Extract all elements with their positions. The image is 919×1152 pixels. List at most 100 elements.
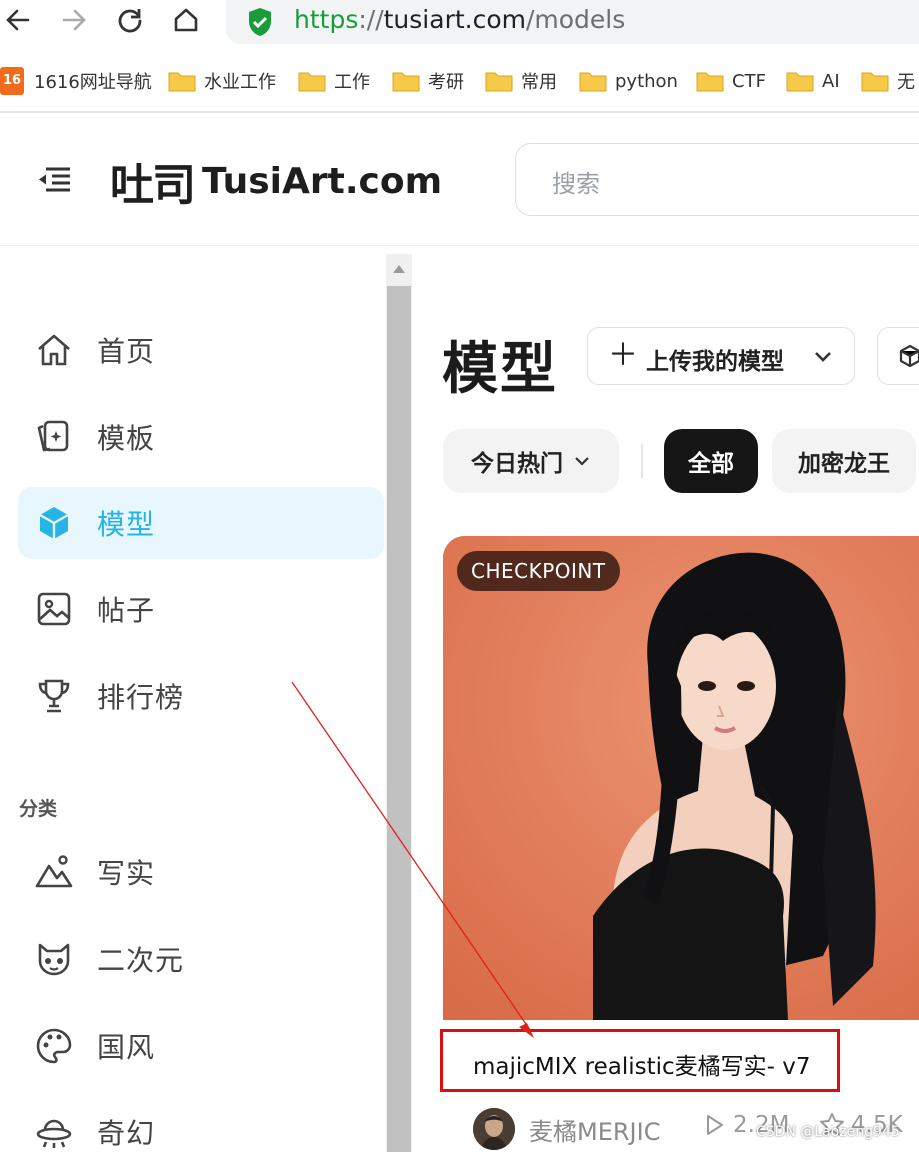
bookmark-folder[interactable]: 水业工作 xyxy=(168,60,276,102)
folder-icon xyxy=(485,72,513,92)
sidebar-item-label: 二次元 xyxy=(97,944,185,977)
address-bar[interactable]: https://tusiart.com/models xyxy=(226,0,919,44)
ufo-icon xyxy=(36,1119,72,1148)
sidebar-item-ranking[interactable]: 排行榜 xyxy=(18,660,384,732)
logo-mark: 吐司 xyxy=(110,160,196,211)
bookmark-label: CTF xyxy=(732,70,766,92)
arrow-right-icon xyxy=(62,9,86,31)
folder-icon xyxy=(392,72,420,92)
chevron-down-icon xyxy=(815,352,831,362)
mountain-icon xyxy=(35,855,73,888)
home-button[interactable] xyxy=(168,4,204,36)
main-content: 模型 ＋ 上传我的模型 今日热门 全部 加密龙王 CHECKPOINT maji… xyxy=(412,246,919,1152)
sidebar-scrollbar[interactable] xyxy=(386,254,412,1152)
sort-dropdown[interactable]: 今日热门 xyxy=(443,429,619,493)
sidebar-item-label: 首页 xyxy=(97,335,156,368)
folder-icon xyxy=(861,72,889,92)
sidebar-item-realistic[interactable]: 写实 xyxy=(18,836,384,908)
anime-face-icon xyxy=(38,943,70,976)
bookmark-label: AI xyxy=(822,70,840,92)
site-header: 吐司 TusiArt.com 搜索 xyxy=(0,113,919,246)
bookmark-label: 1616网址导航 xyxy=(34,72,152,93)
author-avatar[interactable] xyxy=(473,1108,515,1150)
search-input[interactable]: 搜索 xyxy=(515,143,919,216)
bookmark-label: 无 xyxy=(897,72,915,93)
logo-text: TusiArt.com xyxy=(202,160,443,202)
sidebar-item-label: 国风 xyxy=(97,1031,156,1064)
reload-button[interactable] xyxy=(112,4,148,36)
template-cards-icon xyxy=(37,420,69,452)
bookmark-folder[interactable]: AI xyxy=(786,60,840,102)
extra-filter-button[interactable] xyxy=(877,327,919,385)
bookmark-label: 考研 xyxy=(428,72,464,93)
browser-toolbar: https://tusiart.com/models xyxy=(0,0,919,44)
reload-icon xyxy=(118,9,142,33)
model-card[interactable]: CHECKPOINT majicMIX realistic麦橘写实- v7 麦橘… xyxy=(440,536,919,1152)
bookmark-1616[interactable]: 16 1616网址导航 xyxy=(0,60,152,102)
tab-label: 加密龙王 xyxy=(798,451,890,477)
watermark: CSDN @Laozeng945 xyxy=(756,1124,900,1140)
image-icon xyxy=(37,592,71,626)
sidebar-item-label: 模板 xyxy=(97,422,156,455)
sidebar-item-templates[interactable]: 模板 xyxy=(18,401,384,473)
tab-all[interactable]: 全部 xyxy=(664,429,758,493)
box-icon xyxy=(899,344,919,368)
sort-label: 今日热门 xyxy=(471,451,563,477)
palette-icon xyxy=(36,1028,72,1064)
url-text: https://tusiart.com/models xyxy=(294,5,626,34)
sidebar-item-label: 帖子 xyxy=(97,594,156,627)
bookmark-folder[interactable]: CTF xyxy=(696,60,766,102)
site-logo[interactable]: 吐司 TusiArt.com xyxy=(110,141,442,221)
folder-icon xyxy=(579,72,607,92)
sidebar-item-label: 排行榜 xyxy=(97,681,185,714)
tab-encrypted-king[interactable]: 加密龙王 xyxy=(772,429,916,493)
avatar-image xyxy=(473,1108,515,1150)
sidebar-item-anime[interactable]: 二次元 xyxy=(18,923,384,995)
filter-divider xyxy=(641,444,643,478)
1616-logo-icon: 16 xyxy=(0,67,24,95)
folder-icon xyxy=(298,72,326,92)
bookmark-folder[interactable]: 常用 xyxy=(485,60,557,102)
sidebar-item-models[interactable]: 模型 xyxy=(18,487,384,559)
sidebar-item-posts[interactable]: 帖子 xyxy=(18,573,384,645)
author-name[interactable]: 麦橘MERJIC xyxy=(529,1112,660,1147)
upload-model-label: 上传我的模型 xyxy=(646,349,784,375)
bookmark-folder[interactable]: 工作 xyxy=(298,60,370,102)
play-icon xyxy=(707,1115,723,1135)
sidebar-item-home[interactable]: 首页 xyxy=(18,314,384,386)
forward-button[interactable] xyxy=(56,4,92,36)
sidebar-item-guofeng[interactable]: 国风 xyxy=(18,1010,384,1082)
home-icon xyxy=(38,334,70,366)
bookmark-folder[interactable]: 无 xyxy=(861,60,915,102)
triangle-up-icon xyxy=(393,265,405,273)
plus-icon: ＋ xyxy=(608,338,638,373)
sidebar-item-label: 奇幻 xyxy=(97,1117,156,1150)
shield-check-icon xyxy=(249,8,271,36)
bookmark-label: 工作 xyxy=(334,72,370,93)
back-button[interactable] xyxy=(0,4,36,36)
sidebar-item-label: 写实 xyxy=(97,857,156,890)
sidebar: 首页 模板 模型 帖子 排行榜 分类 写实 二次元 国风 奇幻 xyxy=(0,246,386,1152)
bookmark-label: 水业工作 xyxy=(204,72,276,93)
folder-icon xyxy=(786,72,814,92)
scroll-thumb[interactable] xyxy=(387,286,411,1152)
menu-collapse-icon xyxy=(39,167,70,192)
page-title: 模型 xyxy=(442,337,558,402)
model-cover-image[interactable]: CHECKPOINT xyxy=(443,536,919,1020)
folder-icon xyxy=(168,72,196,92)
cube-icon xyxy=(39,507,69,539)
bookmark-folder[interactable]: 考研 xyxy=(392,60,464,102)
menu-toggle-button[interactable] xyxy=(36,163,72,195)
bookmark-label: python xyxy=(615,70,678,92)
bookmark-folder[interactable]: python xyxy=(579,60,678,102)
model-title[interactable]: majicMIX realistic麦橘写实- v7 xyxy=(473,1047,811,1081)
card-title-highlight: majicMIX realistic麦橘写实- v7 xyxy=(440,1029,840,1092)
scroll-up-button[interactable] xyxy=(386,254,412,284)
sidebar-item-fantasy[interactable]: 奇幻 xyxy=(18,1096,384,1152)
trophy-icon xyxy=(38,679,70,713)
bookmark-label: 常用 xyxy=(521,72,557,93)
portrait-illustration xyxy=(443,536,919,1020)
upload-model-button[interactable]: ＋ 上传我的模型 xyxy=(587,327,855,385)
folder-icon xyxy=(696,72,724,92)
tab-label: 全部 xyxy=(688,451,734,477)
